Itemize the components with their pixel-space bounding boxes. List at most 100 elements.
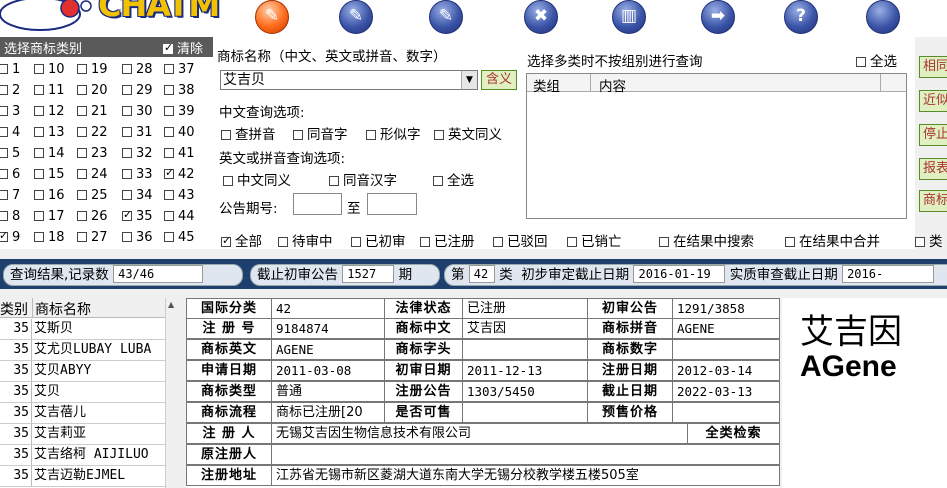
category-checkbox-22[interactable]: 22: [77, 125, 108, 143]
trademark-name-combobox[interactable]: 艾吉贝 ▼: [220, 70, 478, 90]
results-scrollbar[interactable]: ▲: [165, 298, 178, 488]
category-number: 33: [136, 167, 153, 182]
checkbox-icon: [164, 211, 174, 221]
group-select-all[interactable]: 全选: [856, 50, 897, 70]
table-row[interactable]: 35 艾吉络柯 AIJILUO: [0, 445, 165, 466]
category-checkbox-25[interactable]: 25: [77, 188, 108, 206]
similar-button[interactable]: 近似: [919, 90, 947, 112]
category-checkbox-36[interactable]: 36: [122, 230, 153, 248]
clear-categories-checkbox[interactable]: 清除: [163, 38, 203, 57]
opt-pinyin[interactable]: 查拼音: [221, 123, 276, 143]
category-checkbox-14[interactable]: 14: [34, 146, 65, 164]
category-checkbox-32[interactable]: 32: [122, 146, 153, 164]
category-checkbox-6[interactable]: 6: [0, 167, 20, 185]
table-row[interactable]: 35 艾贝ABYY: [0, 361, 165, 382]
query-icon-button[interactable]: ✎: [255, 0, 289, 34]
filter-rejected[interactable]: 已驳回: [493, 230, 548, 250]
chevron-down-icon[interactable]: ▼: [461, 71, 477, 89]
category-checkbox-7[interactable]: 7: [0, 188, 20, 206]
opt-homophone[interactable]: 同音字: [293, 123, 348, 143]
opt-select-all[interactable]: 全选: [433, 169, 474, 189]
category-checkbox-13[interactable]: 13: [34, 125, 65, 143]
search-in-results[interactable]: 在结果中搜索: [659, 230, 754, 250]
category-checkbox-8[interactable]: 8: [0, 209, 20, 227]
table-row[interactable]: 35 艾吉迈勒EJMEL: [0, 466, 165, 487]
category-checkbox-9[interactable]: 9: [0, 229, 20, 248]
category-checkbox-19[interactable]: 19: [77, 62, 108, 80]
opt-homophone-hanzi[interactable]: 同音汉字: [329, 169, 397, 189]
filter-cancelled[interactable]: 已销亡: [567, 230, 622, 250]
filter-all[interactable]: 全部: [221, 230, 262, 250]
filter-class[interactable]: 类: [915, 230, 943, 250]
more-icon-button[interactable]: [866, 0, 900, 34]
table-row[interactable]: 35 艾贝: [0, 382, 165, 403]
group-list[interactable]: 类组 内容: [526, 73, 907, 219]
app-logo-text: CHATM: [98, 0, 220, 24]
tools-icon-button[interactable]: ✖: [524, 0, 558, 34]
category-checkbox-4[interactable]: 4: [0, 125, 20, 143]
category-checkbox-29[interactable]: 29: [122, 83, 153, 101]
opt-similar-shape[interactable]: 形似字: [366, 123, 421, 143]
category-checkbox-10[interactable]: 10: [34, 62, 65, 80]
category-checkbox-39[interactable]: 39: [164, 104, 195, 122]
category-checkbox-18[interactable]: 18: [34, 230, 65, 248]
scroll-up-icon[interactable]: ▲: [168, 300, 174, 309]
category-checkbox-43[interactable]: 43: [164, 188, 195, 206]
category-checkbox-21[interactable]: 21: [77, 104, 108, 122]
category-checkbox-38[interactable]: 38: [164, 83, 195, 101]
category-checkbox-26[interactable]: 26: [77, 209, 108, 227]
stop-button[interactable]: 停止: [919, 124, 947, 146]
checkbox-icon: [34, 85, 44, 95]
category-checkbox-3[interactable]: 3: [0, 104, 20, 122]
category-checkbox-42[interactable]: 42: [164, 166, 195, 185]
category-checkbox-20[interactable]: 20: [77, 83, 108, 101]
category-number: 15: [48, 167, 65, 182]
announce-to-input[interactable]: [367, 193, 417, 215]
filter-pending[interactable]: 待审中: [278, 230, 333, 250]
category-checkbox-12[interactable]: 12: [34, 104, 65, 122]
write-icon-button[interactable]: ✎: [429, 0, 463, 34]
table-row[interactable]: 35 艾尤贝LUBAY LUBA: [0, 340, 165, 361]
table-row[interactable]: 35 艾吉蓓儿: [0, 403, 165, 424]
category-checkbox-44[interactable]: 44: [164, 209, 195, 227]
merge-in-results[interactable]: 在结果中合并: [785, 230, 880, 250]
edit-icon-button[interactable]: ✎: [339, 0, 373, 34]
bank-icon-button[interactable]: ▥: [612, 0, 646, 34]
category-checkbox-40[interactable]: 40: [164, 125, 195, 143]
filter-registered[interactable]: 已注册: [420, 230, 475, 250]
opt-chinese-synonym[interactable]: 中文同义: [223, 169, 291, 189]
first-date-value: 2011-12-13: [462, 360, 588, 381]
category-checkbox-35[interactable]: 35: [122, 208, 153, 227]
category-checkbox-31[interactable]: 31: [122, 125, 153, 143]
category-checkbox-28[interactable]: 28: [122, 62, 153, 80]
announce-from-input[interactable]: [293, 193, 342, 215]
next-arrow-icon-button[interactable]: ➡: [701, 0, 735, 34]
same-button[interactable]: 相同: [919, 56, 947, 78]
category-checkbox-1[interactable]: 1: [0, 62, 20, 80]
category-checkbox-11[interactable]: 11: [34, 83, 65, 101]
category-checkbox-16[interactable]: 16: [34, 188, 65, 206]
all-class-search-button[interactable]: 全类检索: [687, 423, 780, 444]
category-checkbox-34[interactable]: 34: [122, 188, 153, 206]
filter-prelim[interactable]: 已初审: [351, 230, 406, 250]
flow-value[interactable]: 商标已注册[20: [271, 402, 385, 423]
report-button[interactable]: 报表: [919, 158, 947, 180]
category-checkbox-5[interactable]: 5: [0, 146, 20, 164]
trademark-button[interactable]: 商标: [919, 190, 947, 212]
help-icon-button[interactable]: ?: [784, 0, 818, 34]
category-checkbox-27[interactable]: 27: [77, 230, 108, 248]
table-row[interactable]: 35 艾吉莉亚: [0, 424, 165, 445]
category-checkbox-41[interactable]: 41: [164, 146, 195, 164]
category-checkbox-23[interactable]: 23: [77, 146, 108, 164]
category-checkbox-30[interactable]: 30: [122, 104, 153, 122]
category-checkbox-17[interactable]: 17: [34, 209, 65, 227]
table-row[interactable]: 35 艾斯贝: [0, 319, 165, 340]
category-checkbox-15[interactable]: 15: [34, 167, 65, 185]
category-checkbox-24[interactable]: 24: [77, 167, 108, 185]
category-checkbox-45[interactable]: 45: [164, 230, 195, 248]
opt-english-synonym[interactable]: 英文同义: [434, 123, 502, 143]
category-checkbox-37[interactable]: 37: [164, 62, 195, 80]
meaning-button[interactable]: 含义: [481, 70, 517, 90]
category-checkbox-33[interactable]: 33: [122, 167, 153, 185]
category-checkbox-2[interactable]: 2: [0, 83, 20, 101]
